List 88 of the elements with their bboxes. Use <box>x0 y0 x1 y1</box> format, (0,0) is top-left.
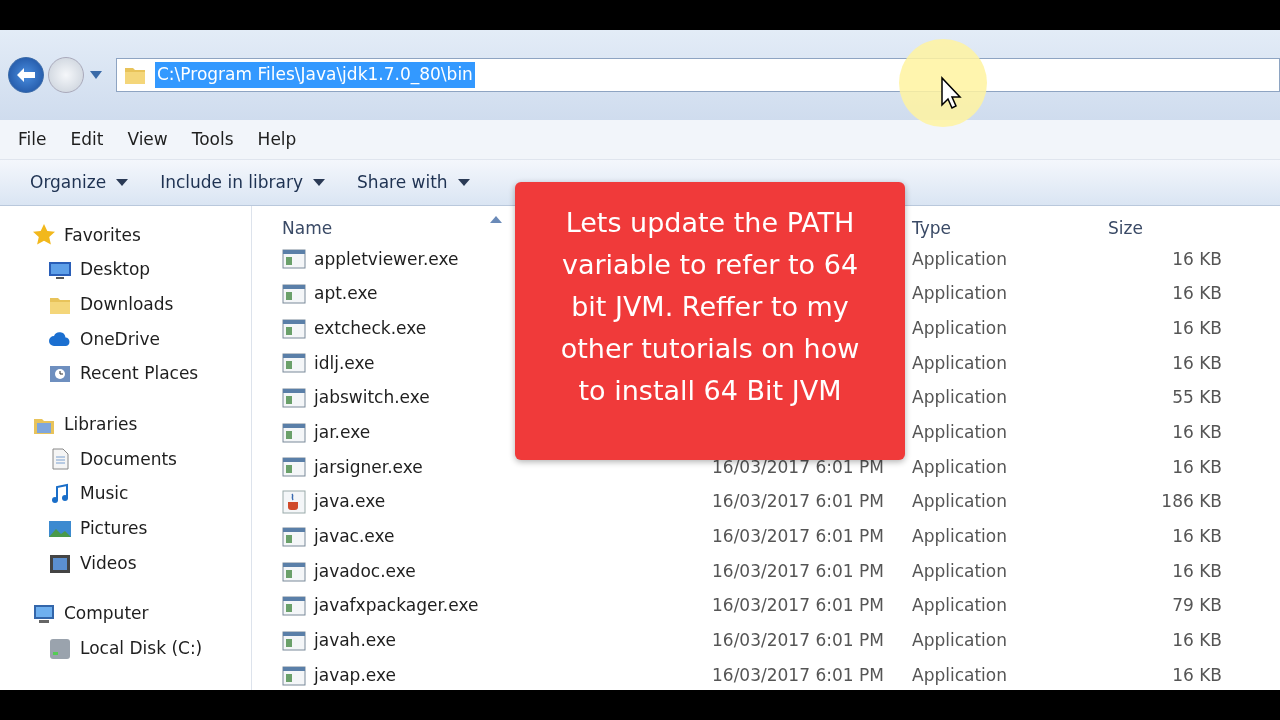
file-type: Application <box>912 560 1007 581</box>
application-icon <box>282 351 306 376</box>
application-icon <box>282 386 306 411</box>
application-icon <box>282 455 306 480</box>
toolbar-button[interactable]: Include in library <box>148 167 338 198</box>
sidebar-item[interactable]: Pictures <box>0 511 148 547</box>
file-name[interactable]: appletviewer.exe <box>314 246 459 273</box>
file-name[interactable]: javah.exe <box>314 628 396 654</box>
file-name[interactable]: jabswitch.exe <box>314 385 430 411</box>
file-type: Application <box>912 526 1007 547</box>
date-modified: 16/03/2017 6:01 PM <box>712 664 884 685</box>
file-type: Application <box>912 630 1007 651</box>
sidebar-item[interactable]: Music <box>0 476 129 512</box>
application-icon <box>282 628 306 653</box>
file-size: 16 KB <box>1172 456 1222 477</box>
arrow-icon <box>16 67 36 83</box>
drive-icon <box>48 636 72 661</box>
sidebar-item[interactable]: Downloads <box>0 287 174 323</box>
file-name[interactable]: javadoc.exe <box>314 558 416 585</box>
sidebar-item[interactable]: Local Disk (C:) <box>0 631 203 667</box>
column-header[interactable]: Name <box>282 216 333 242</box>
column-header[interactable]: Type <box>912 218 952 239</box>
file-type: Application <box>912 456 1007 477</box>
sort-arrow-icon <box>490 215 503 223</box>
sidebar-group[interactable]: Libraries <box>0 407 138 443</box>
sidebar-item[interactable]: Recent Places <box>0 356 199 392</box>
application-icon <box>282 282 306 307</box>
file-size: 16 KB <box>1172 317 1222 338</box>
file-type: Application <box>912 248 1007 269</box>
date-modified: 16/03/2017 6:01 PM <box>712 491 884 512</box>
file-type: Application <box>912 664 1007 685</box>
file-name[interactable]: javafxpackager.exe <box>314 593 479 619</box>
file-name[interactable]: jar.exe <box>314 420 371 446</box>
application-icon <box>282 594 306 619</box>
cursor-highlight-icon <box>898 38 988 128</box>
back-button[interactable] <box>8 57 44 93</box>
file-name[interactable]: apt.exe <box>314 281 378 307</box>
file-name[interactable]: extcheck.exe <box>314 315 427 342</box>
menu-item[interactable]: Help <box>247 124 307 155</box>
coffee-cup-icon <box>282 490 306 515</box>
sidebar-item[interactable]: OneDrive <box>0 322 160 357</box>
application-icon <box>282 420 306 445</box>
file-name[interactable]: jarsigner.exe <box>314 454 423 481</box>
file-size: 16 KB <box>1172 422 1222 443</box>
application-icon <box>282 316 306 341</box>
caret-icon <box>90 71 102 80</box>
sidebar-item[interactable]: Videos <box>0 546 137 581</box>
file-type: Application <box>912 491 1007 512</box>
date-modified: 16/03/2017 6:01 PM <box>712 526 884 547</box>
file-type: Application <box>912 283 1007 304</box>
sidebar-item[interactable]: Documents <box>0 442 177 477</box>
toolbar-button[interactable]: Share with <box>345 167 482 198</box>
file-size: 16 KB <box>1172 664 1222 685</box>
application-icon <box>282 524 306 549</box>
file-name[interactable]: javap.exe <box>314 662 396 689</box>
file-size: 186 KB <box>1161 491 1222 512</box>
file-type: Application <box>912 317 1007 338</box>
file-type: Application <box>912 387 1007 408</box>
file-type: Application <box>912 352 1007 373</box>
file-size: 16 KB <box>1172 248 1222 269</box>
application-icon <box>282 559 306 584</box>
file-size: 16 KB <box>1172 526 1222 547</box>
date-modified: 16/03/2017 6:01 PM <box>712 560 884 581</box>
file-size: 16 KB <box>1172 630 1222 651</box>
file-name[interactable]: idlj.exe <box>314 350 375 377</box>
file-name[interactable]: javac.exe <box>314 524 395 550</box>
file-size: 79 KB <box>1172 595 1222 616</box>
file-type: Application <box>912 595 1007 616</box>
menu-item[interactable]: Edit <box>60 124 114 155</box>
menu-item[interactable]: Tools <box>181 124 244 155</box>
date-modified: 16/03/2017 6:01 PM <box>712 630 884 651</box>
address-path: C:\Program Files\Java\jdk1.7.0_80\bin <box>155 62 475 88</box>
file-size: 16 KB <box>1172 283 1222 304</box>
column-header[interactable]: Size <box>1108 218 1143 239</box>
application-icon <box>282 247 306 272</box>
toolbar-button[interactable]: Organize <box>18 167 141 198</box>
sidebar-group[interactable]: Favorites <box>0 218 141 253</box>
sidebar-group[interactable]: Computer <box>0 596 149 632</box>
menu-item[interactable]: File <box>8 124 57 155</box>
file-type: Application <box>912 422 1007 443</box>
file-name[interactable]: java.exe <box>314 489 386 515</box>
file-size: 55 KB <box>1172 387 1222 408</box>
callout-note: Lets update the PATH variable to refer to 64 bit JVM. Reffer to my other tutorials on how to install 64 Bit JVM <box>515 182 905 460</box>
file-size: 16 KB <box>1172 352 1222 373</box>
date-modified: 16/03/2017 6:01 PM <box>712 595 884 616</box>
file-size: 16 KB <box>1172 560 1222 581</box>
menu-item[interactable]: View <box>117 124 178 155</box>
sidebar-item[interactable]: Desktop <box>0 252 151 288</box>
